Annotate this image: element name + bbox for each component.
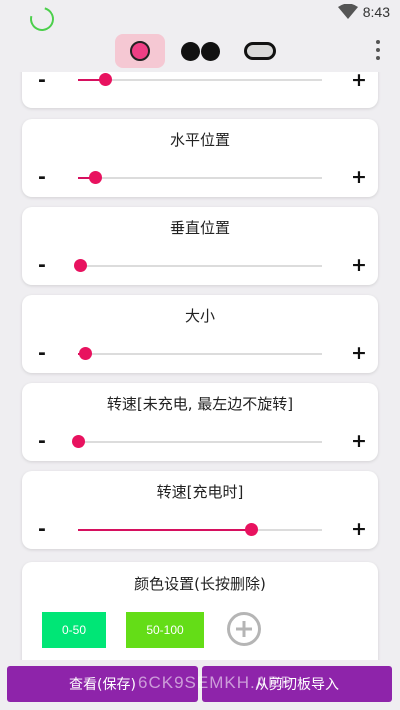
vertical-position-card: 垂直位置 - + (22, 207, 378, 285)
increase-button[interactable]: + (351, 72, 367, 90)
horizontal-position-card: 水平位置 - + (22, 119, 378, 197)
color-range-50-100[interactable]: 50-100 (126, 612, 204, 648)
card-title: 大小 (184, 307, 215, 325)
card-title: 转速[充电时] (156, 483, 244, 501)
slider-track[interactable] (74, 259, 322, 272)
settings-list[interactable]: - + 水平位置 - + 垂直位置 - + 大小 - + 转速[未充电, 最左边… (0, 72, 400, 660)
bottom-action-bar: 查看(保存) 从剪切板导入 6CK9SEMKH.APP (0, 660, 400, 710)
pill-icon (244, 42, 276, 60)
slider-track[interactable] (72, 435, 322, 448)
circle-icon (130, 41, 150, 61)
wifi-icon (338, 4, 358, 19)
slider-card: - + (22, 72, 378, 108)
color-settings-card: 颜色设置(长按删除) 0-50 50-100 (22, 562, 378, 660)
decrease-button[interactable]: - (38, 255, 46, 275)
slider-thumb[interactable] (79, 347, 93, 360)
increase-button[interactable]: + (351, 343, 367, 363)
tab-pill-mode[interactable] (236, 34, 284, 68)
increase-button[interactable]: + (351, 255, 367, 275)
decrease-button[interactable]: - (38, 167, 46, 187)
status-time: 8:43 (362, 4, 390, 20)
status-bar: 8:43 (0, 0, 400, 36)
increase-button[interactable]: + (351, 519, 367, 539)
decrease-button[interactable]: - (38, 343, 46, 363)
slider-track[interactable] (78, 73, 322, 86)
slider-thumb[interactable] (98, 73, 112, 86)
card-title: 水平位置 (169, 131, 230, 149)
size-card: 大小 - + (22, 295, 378, 373)
decrease-button[interactable]: - (38, 431, 46, 451)
card-title: 转速[未充电, 最左边不旋转] (106, 395, 294, 413)
more-options-icon[interactable] (370, 40, 386, 60)
card-title: 垂直位置 (169, 219, 230, 237)
slider-thumb[interactable] (245, 523, 259, 536)
slider-track[interactable] (78, 347, 322, 360)
decrease-button[interactable]: - (38, 72, 46, 90)
slider-track[interactable] (78, 171, 322, 184)
increase-button[interactable]: + (351, 431, 367, 451)
loading-spinner-icon (25, 2, 59, 36)
card-title: 颜色设置(长按删除) (134, 575, 266, 593)
slider-thumb[interactable] (89, 171, 103, 184)
add-color-icon[interactable] (227, 612, 261, 646)
increase-button[interactable]: + (351, 167, 367, 187)
decrease-button[interactable]: - (38, 519, 46, 539)
tab-dots-mode[interactable] (174, 34, 226, 68)
speed-charging-card: 转速[充电时] - + (22, 471, 378, 549)
speed-uncharged-card: 转速[未充电, 最左边不旋转] - + (22, 383, 378, 461)
slider-track[interactable] (78, 523, 322, 536)
color-range-0-50[interactable]: 0-50 (42, 612, 106, 648)
mode-tab-bar (0, 32, 400, 72)
view-save-button[interactable]: 查看(保存) (7, 666, 198, 702)
tab-circle-mode[interactable] (115, 34, 165, 68)
slider-fill (78, 529, 252, 531)
two-dots-icon (180, 41, 220, 61)
slider-thumb[interactable] (72, 435, 85, 448)
slider-thumb[interactable] (74, 259, 88, 272)
import-clipboard-button[interactable]: 从剪切板导入 (202, 666, 392, 702)
